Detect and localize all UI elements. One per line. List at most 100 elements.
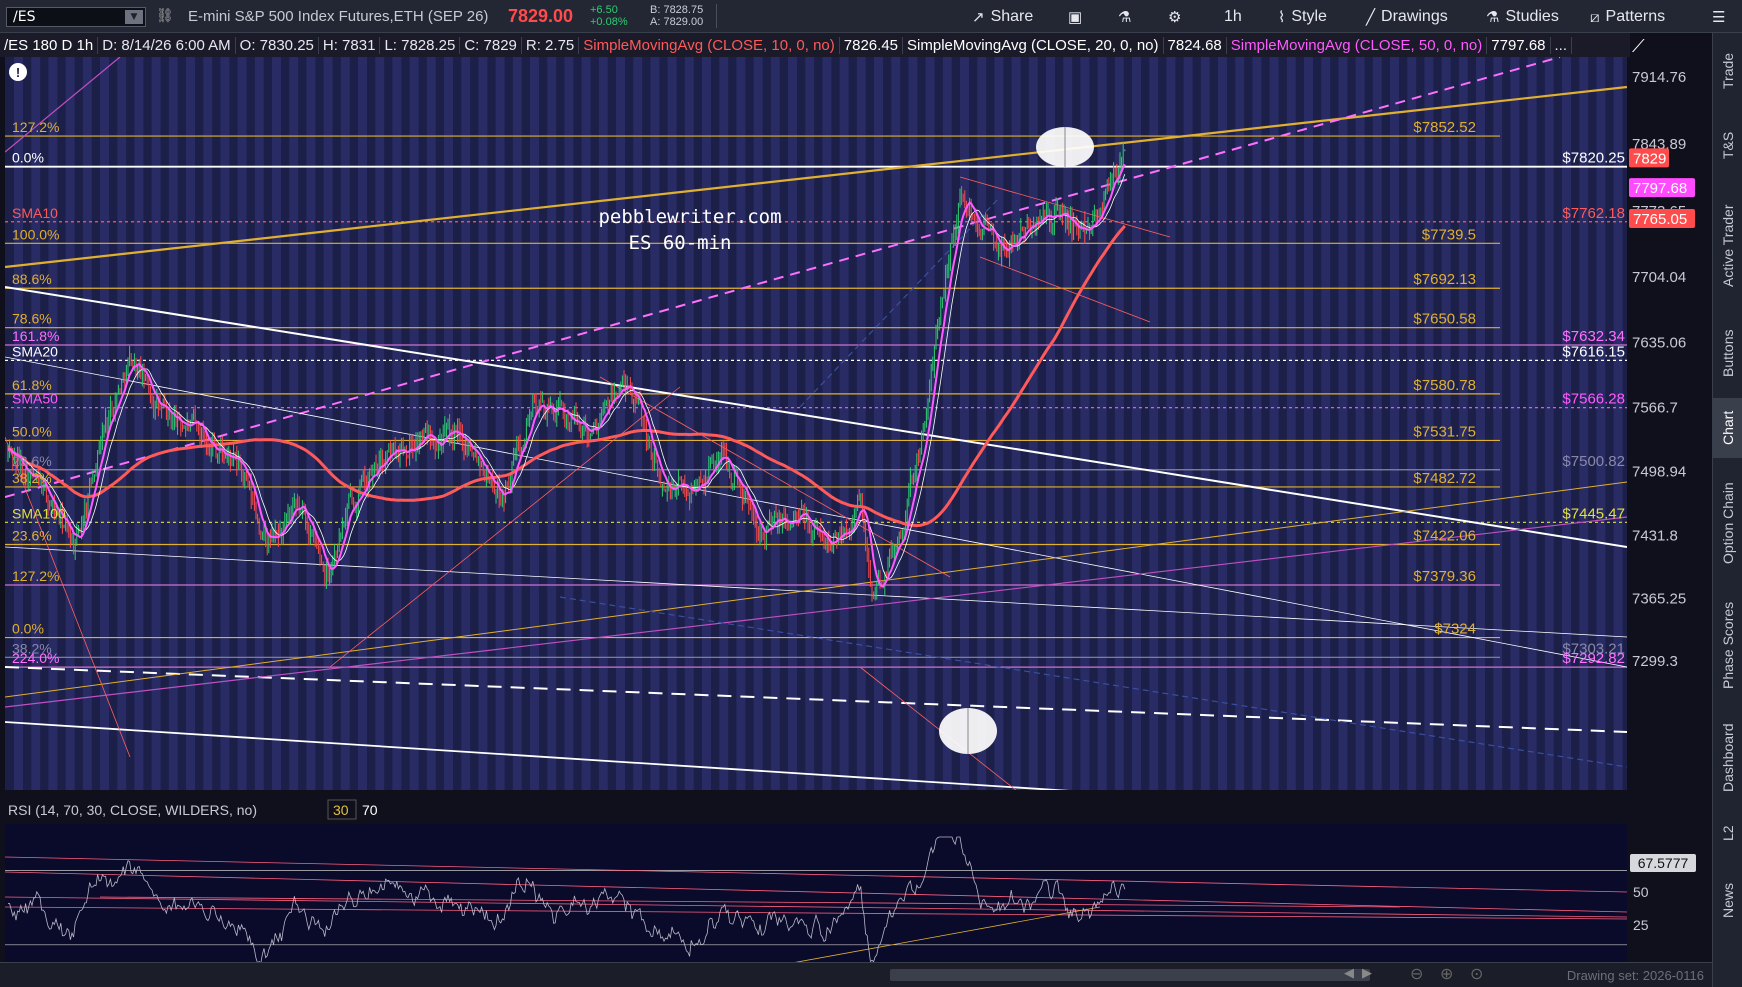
price-tick: 7704.04 <box>1632 269 1686 286</box>
symbol-input[interactable]: /ES ▼ <box>6 7 146 27</box>
settings-button[interactable]: ⚙ <box>1168 4 1181 30</box>
rsi-overbought: 70 <box>362 802 378 818</box>
share-icon: ↗ <box>972 9 985 26</box>
scroll-right-icon[interactable]: ▶ <box>1362 966 1372 981</box>
watermark-site: pebblewriter.com <box>598 206 781 228</box>
price-badge-text: 7829 <box>1633 150 1666 167</box>
style-label: Style <box>1291 8 1327 25</box>
price-change-value: +6.50 <box>590 4 618 16</box>
toolbar-divider <box>716 4 717 28</box>
bid-value: B: 7828.75 <box>650 4 704 16</box>
price-chart[interactable]: $7852.52 127.2% $7820.25 0.0% $7762.18 SMA10 $… <box>0 57 1712 987</box>
timeframe-label: 1h <box>1224 8 1242 25</box>
symbol-text: /ES <box>13 9 36 25</box>
sma20-value: 7824.68 <box>1164 36 1227 54</box>
bar-high: H: 7831 <box>319 36 381 54</box>
side-tab-l2[interactable]: L2 <box>1713 813 1742 853</box>
app-window: /ES ▼ ⛓ E-mini S&P 500 Index Futures,ETH… <box>0 0 1742 987</box>
level-pct-label: 78.6% <box>12 311 52 327</box>
level-pct-label: 0.0% <box>12 621 44 637</box>
price-tick: 7431.8 <box>1632 527 1678 544</box>
sma50-value: 7797.68 <box>1487 36 1551 54</box>
zoom-in-icon[interactable]: ⊕ <box>1440 964 1453 983</box>
drawings-label: Drawings <box>1381 8 1448 25</box>
level-price-label: $7692.13 <box>1413 271 1476 288</box>
symbol-description: E-mini S&P 500 Index Futures,ETH (SEP 26… <box>188 8 489 25</box>
level-price-label: $7616.15 <box>1562 343 1625 360</box>
sma10-label[interactable]: SimpleMovingAvg (CLOSE, 10, 0, no) <box>579 36 840 54</box>
scrollbar-thumb[interactable] <box>890 969 1370 981</box>
level-pct-label: 127.2% <box>12 119 59 135</box>
level-price-label: $7650.58 <box>1413 311 1476 328</box>
level-price-label: $7500.82 <box>1562 453 1625 470</box>
side-tab-chart[interactable]: Chart <box>1713 398 1742 458</box>
bar-low: L: 7828.25 <box>380 36 461 54</box>
link-icon[interactable]: ⛓ <box>156 8 174 24</box>
side-tab-phase-scores[interactable]: Phase Scores <box>1713 588 1742 703</box>
side-tab-option-chain[interactable]: Option Chain <box>1713 463 1742 583</box>
more-studies[interactable]: ... <box>1551 36 1573 54</box>
patterns-icon: ⧄ <box>1590 8 1600 26</box>
price-change: +6.50 +0.08% <box>590 4 628 28</box>
scroll-left-icon[interactable]: ◀ <box>1344 966 1354 981</box>
level-pct-label: 50.0% <box>12 423 52 439</box>
level-pct-label: 88.6% <box>12 271 52 287</box>
level-pct-label: SMA20 <box>12 343 58 359</box>
side-tab-trade[interactable]: Trade <box>1713 33 1742 108</box>
level-price-label: $7852.52 <box>1413 119 1476 136</box>
level-price-label: $7820.25 <box>1562 150 1625 167</box>
bid-ask: B: 7828.75 A: 7829.00 <box>650 4 703 28</box>
side-tab-news[interactable]: News <box>1713 858 1742 943</box>
bar-open: O: 7830.25 <box>236 36 319 54</box>
level-pct-label: 23.6% <box>12 453 52 469</box>
gadget-button[interactable]: ▣ <box>1068 4 1082 30</box>
gear-icon: ⚙ <box>1168 9 1182 26</box>
rsi-value: 67.5777 <box>1638 855 1689 871</box>
chart-period[interactable]: /ES 180 D 1h <box>0 36 99 54</box>
grid-gadget-icon: ▣ <box>1068 9 1083 26</box>
level-pct-label: SMA10 <box>12 205 58 221</box>
drawing-set-label[interactable]: Drawing set: 2026-0116 <box>1567 968 1704 983</box>
level-pct-label: 127.2% <box>12 568 59 584</box>
flask-button[interactable]: ⚗ <box>1118 4 1131 30</box>
patterns-button[interactable]: ⧄ Patterns <box>1590 4 1665 30</box>
bar-date: D: 8/14/26 6:00 AM <box>98 36 236 54</box>
level-pct-label: 161.8% <box>12 328 59 344</box>
side-tab-buttons[interactable]: Buttons <box>1713 313 1742 393</box>
rsi-header[interactable]: RSI (14, 70, 30, CLOSE, WILDERS, no) <box>8 802 257 818</box>
drawings-button[interactable]: ╱ Drawings <box>1366 4 1448 30</box>
side-tab-dashboard[interactable]: Dashboard <box>1713 708 1742 808</box>
share-button[interactable]: ↗ Share <box>972 4 1033 30</box>
patterns-label: Patterns <box>1605 8 1666 25</box>
symbol-dropdown-icon[interactable]: ▼ <box>125 10 143 24</box>
rsi-tick-25: 25 <box>1633 917 1649 933</box>
side-tab-active-trader[interactable]: Active Trader <box>1713 183 1742 308</box>
zoom-out-icon[interactable]: ⊖ <box>1410 964 1423 983</box>
studies-label: Studies <box>1505 8 1559 25</box>
timeframe-button[interactable]: 1h <box>1224 4 1242 30</box>
drawing-tool-icon[interactable]: ⟋ <box>1632 36 1645 57</box>
level-price-label: $7580.78 <box>1413 377 1476 394</box>
price-tick: 7635.06 <box>1632 334 1686 351</box>
reset-zoom-icon[interactable]: ⊙ <box>1470 964 1483 983</box>
price-tick: 7914.76 <box>1632 69 1686 86</box>
side-tab-t-s[interactable]: T&S <box>1713 113 1742 178</box>
sma50-label[interactable]: SimpleMovingAvg (CLOSE, 50, 0, no) <box>1227 36 1488 54</box>
rsi-axis <box>1628 824 1712 982</box>
level-price-label: $7762.18 <box>1562 205 1625 222</box>
sma20-label[interactable]: SimpleMovingAvg (CLOSE, 20, 0, no) <box>903 36 1164 54</box>
style-button[interactable]: ⌇ Style <box>1278 4 1327 30</box>
menu-button[interactable]: ☰ <box>1712 4 1725 30</box>
studies-button[interactable]: ⚗ Studies <box>1486 4 1559 30</box>
level-price-label: $7422.06 <box>1413 528 1476 545</box>
level-price-label: $7739.5 <box>1422 226 1476 243</box>
price-tick: 7498.94 <box>1632 464 1686 481</box>
level-price-label: $7324 <box>1434 621 1476 638</box>
level-price-label: $7531.75 <box>1413 423 1476 440</box>
level-pct-label: 23.6% <box>12 528 52 544</box>
bar-close: C: 7829 <box>460 36 522 54</box>
price-badge-text: 7765.05 <box>1633 211 1687 228</box>
level-pct-label: 224.0% <box>12 650 59 666</box>
horizontal-scrollbar[interactable]: ◀ ▶ ⊖ ⊕ ⊙ Drawing set: 2026-0116 <box>0 962 1712 987</box>
level-pct-label: SMA50 <box>12 391 58 407</box>
